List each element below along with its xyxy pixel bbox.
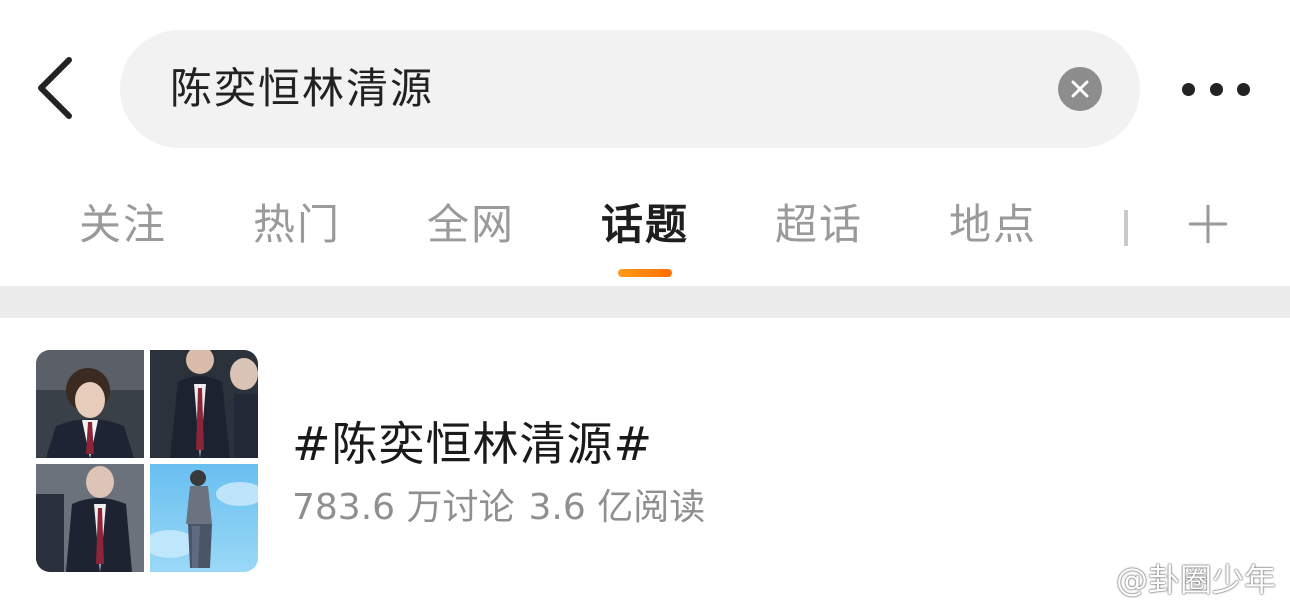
active-tab-indicator <box>617 269 672 277</box>
watermark-text: @卦圈少年 <box>1115 561 1276 599</box>
topic-title: #陈奕恒林清源# <box>292 417 654 471</box>
topic-stats: 783.6 万讨论 3.6 亿阅读 <box>292 478 705 530</box>
clear-search-button[interactable] <box>1058 67 1102 111</box>
thumbnail-photo <box>150 464 258 572</box>
topic-thumbnail-grid <box>36 350 258 572</box>
tab-follow[interactable]: 关注 <box>79 180 167 270</box>
read-count: 3.6 亿阅读 <box>528 487 706 528</box>
section-divider <box>0 286 1290 318</box>
search-category-tabs: 关注 热门 全网 话题 超话 地点 <box>0 180 1290 280</box>
more-options-button[interactable] <box>1176 72 1256 106</box>
chevron-left-icon <box>38 57 72 119</box>
tab-super-topics[interactable]: 超话 <box>775 180 863 270</box>
watermark: @卦圈少年 <box>1072 556 1276 600</box>
tab-web[interactable]: 全网 <box>427 180 515 270</box>
plus-icon <box>1189 205 1227 243</box>
add-tab-button[interactable] <box>1186 202 1230 246</box>
search-query-text: 陈奕恒林清源 <box>170 64 435 113</box>
thumbnail-photo <box>150 350 258 458</box>
screen: 陈奕恒林清源 关注 热门 全网 话题 超话 地点 #陈奕恒林清源# 783.6 … <box>0 0 1290 610</box>
more-dot-icon <box>1182 82 1195 96</box>
tab-overflow-fragment <box>1122 210 1130 250</box>
more-dot-icon <box>1209 82 1223 96</box>
back-button[interactable] <box>28 52 82 124</box>
discussion-count: 783.6 万讨论 <box>292 487 515 528</box>
tab-hot[interactable]: 热门 <box>253 180 341 270</box>
search-input[interactable]: 陈奕恒林清源 <box>120 30 1140 148</box>
weibo-logo-icon <box>1072 563 1110 595</box>
close-icon <box>1071 80 1089 98</box>
thumbnail-photo <box>36 464 144 572</box>
tab-topics-label: 话题 <box>600 200 690 249</box>
more-dot-icon <box>1237 82 1250 96</box>
tab-topics[interactable]: 话题 <box>600 180 690 277</box>
thumbnail-photo <box>36 350 144 458</box>
tab-places[interactable]: 地点 <box>949 180 1037 270</box>
